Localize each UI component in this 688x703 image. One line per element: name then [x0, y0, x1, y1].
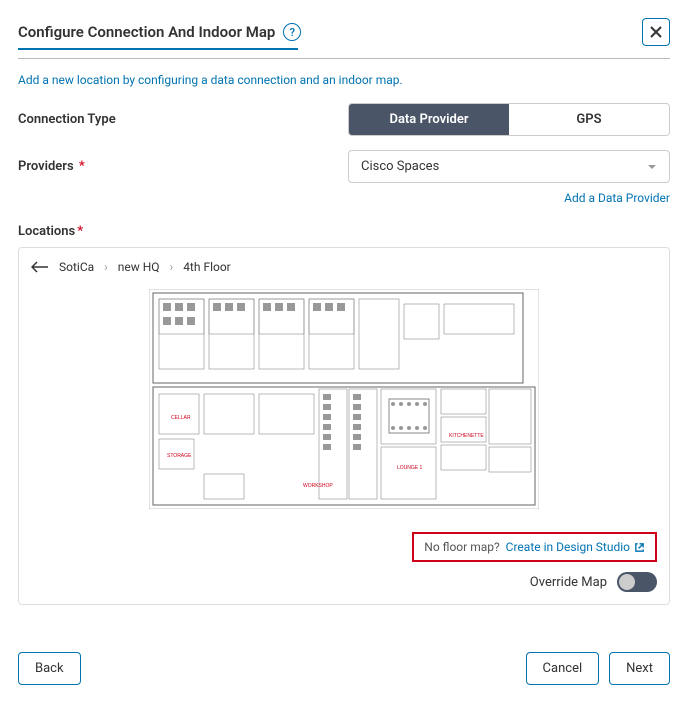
- title-underline: [18, 48, 298, 50]
- chevron-down-icon: [647, 162, 657, 172]
- svg-text:CELLAR: CELLAR: [171, 415, 191, 421]
- locations-panel: SotiCa › new HQ › 4th Floor: [18, 247, 670, 605]
- floor-plan-image: CELLAR STORAGE KITCHENETTE LOUNGE 1 WORK…: [31, 284, 657, 514]
- breadcrumb-item[interactable]: 4th Floor: [183, 260, 231, 274]
- breadcrumb-item[interactable]: new HQ: [118, 260, 160, 274]
- connection-type-gps[interactable]: GPS: [509, 104, 669, 135]
- dialog-title: Configure Connection And Indoor Map: [18, 23, 275, 41]
- connection-type-label: Connection Type: [18, 112, 348, 127]
- back-button[interactable]: Back: [18, 652, 81, 685]
- connection-type-data-provider[interactable]: Data Provider: [349, 104, 509, 135]
- intro-text: Add a new location by configuring a data…: [18, 73, 670, 87]
- breadcrumb-back-button[interactable]: [31, 261, 49, 273]
- locations-label: Locations*: [18, 224, 670, 239]
- connection-type-toggle: Data Provider GPS: [348, 103, 670, 136]
- help-icon[interactable]: ?: [283, 23, 301, 41]
- design-studio-callout: No floor map? Create in Design Studio: [412, 532, 657, 562]
- svg-text:KITCHENETTE: KITCHENETTE: [449, 433, 484, 439]
- svg-text:WORKSHOP: WORKSHOP: [303, 483, 333, 489]
- create-design-studio-link[interactable]: Create in Design Studio: [506, 540, 645, 554]
- next-button[interactable]: Next: [609, 652, 670, 685]
- breadcrumb: SotiCa › new HQ › 4th Floor: [31, 260, 657, 274]
- add-data-provider-link[interactable]: Add a Data Provider: [564, 191, 670, 205]
- providers-select[interactable]: Cisco Spaces: [348, 150, 670, 183]
- external-link-icon: [634, 542, 645, 553]
- override-map-toggle[interactable]: [617, 572, 657, 592]
- svg-text:LOUNGE 1: LOUNGE 1: [397, 465, 423, 471]
- providers-label: Providers *: [18, 159, 348, 174]
- close-button[interactable]: [642, 18, 670, 46]
- svg-text:STORAGE: STORAGE: [167, 453, 192, 459]
- override-map-label: Override Map: [530, 575, 607, 590]
- cancel-button[interactable]: Cancel: [526, 652, 600, 685]
- breadcrumb-item[interactable]: SotiCa: [59, 260, 94, 274]
